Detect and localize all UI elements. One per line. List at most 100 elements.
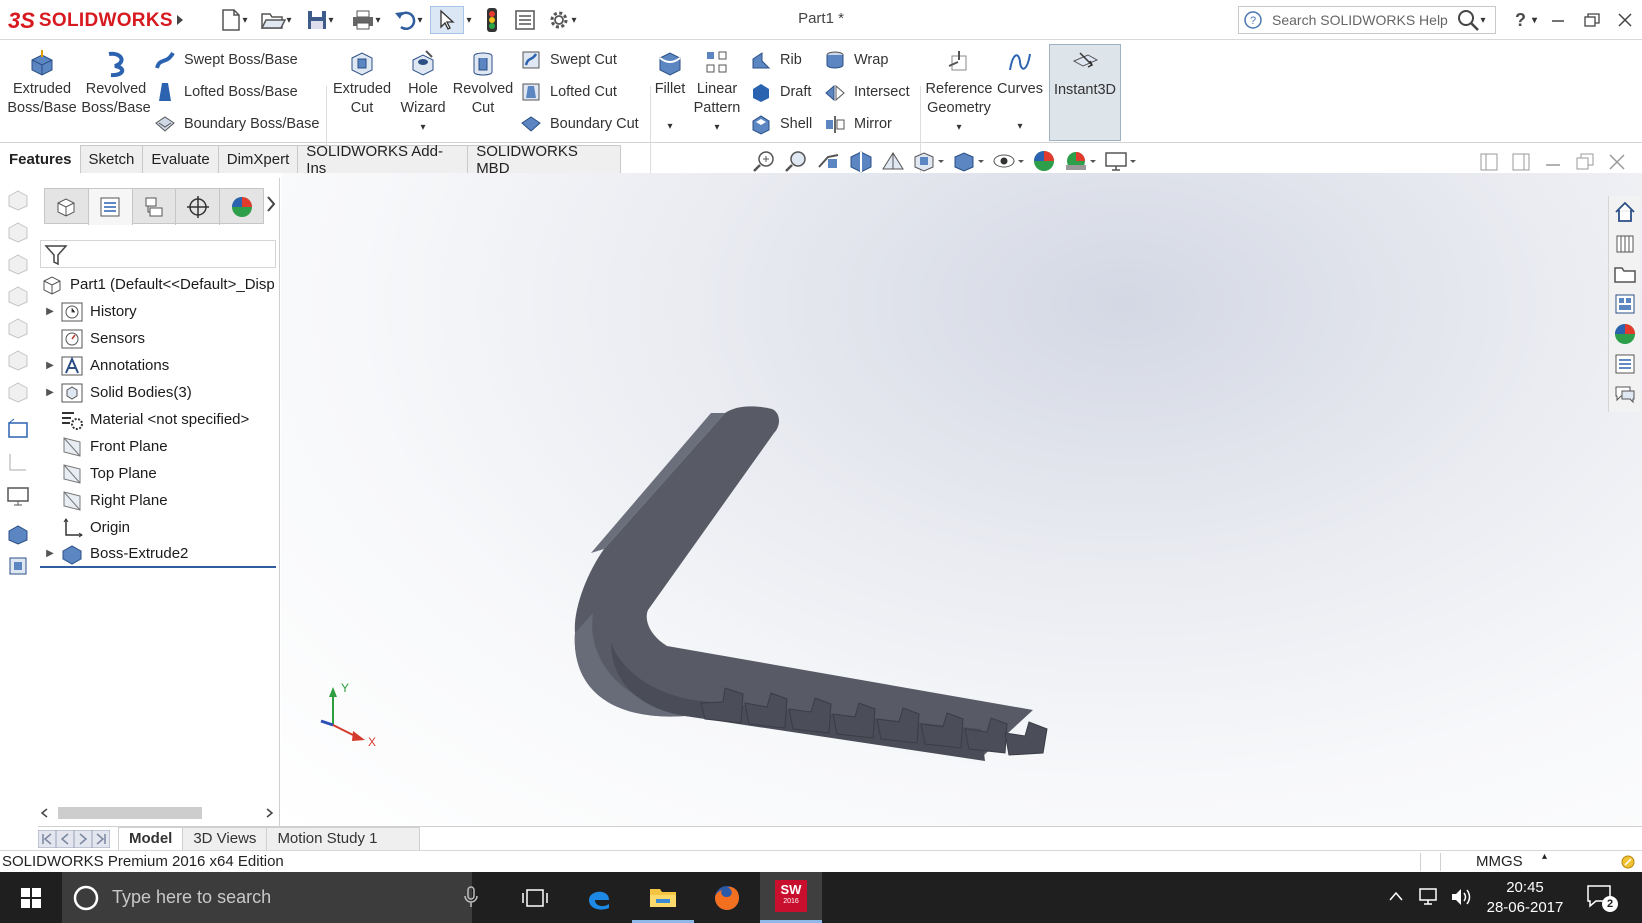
view-palette-icon[interactable] [1613,292,1637,316]
show-hidden-icons-chevron-icon[interactable] [1388,890,1404,902]
start-button[interactable] [0,872,62,923]
tree-item-solid-bodies[interactable]: ▶ Solid Bodies(3) [40,379,192,406]
collapse-left-icon[interactable] [1480,153,1498,171]
graphics-area[interactable]: Y X [281,173,1642,828]
file-explorer-icon[interactable] [1613,262,1637,286]
clock-widget[interactable]: 20:45 28-06-2017 [1480,878,1570,918]
solidworks-logo[interactable]: 3S SOLIDWORKS [8,4,180,38]
task-view-button[interactable] [504,872,566,923]
network-icon[interactable] [1418,886,1442,908]
tree-item-right-plane[interactable]: Right Plane [40,487,168,514]
shell-button[interactable]: Shell [750,112,812,136]
select-dropdown[interactable]: ▾ [464,6,474,34]
boundary-boss-button[interactable]: Boundary Boss/Base [154,112,319,136]
next-tab-icon[interactable] [74,829,92,848]
tree-item-annotations[interactable]: ▶ Annotations [40,352,169,379]
swept-cut-button[interactable]: Swept Cut [520,48,617,72]
faded-tool-icon-4[interactable] [6,284,30,308]
volume-icon[interactable] [1450,886,1474,908]
save-button[interactable]: ▾ [300,6,340,34]
first-tab-icon[interactable] [38,829,56,848]
l-shaped-part-model[interactable] [574,406,1033,761]
revolved-boss-button[interactable]: Revolved Boss/Base [80,40,152,118]
file-properties-button[interactable] [512,6,538,34]
tab-sketch[interactable]: Sketch [79,145,144,173]
tree-item-history[interactable]: ▶ History [40,298,137,325]
view-orientation-icon[interactable] [912,149,946,173]
rebuild-button[interactable] [482,6,502,34]
tab-evaluate[interactable]: Evaluate [142,145,219,173]
chevron-down-icon[interactable]: ▾ [956,118,961,137]
lofted-boss-button[interactable]: Lofted Boss/Base [154,80,298,104]
swept-boss-button[interactable]: Swept Boss/Base [154,48,298,72]
intersect-button[interactable]: Intersect [824,80,910,104]
zoom-to-area-icon[interactable] [784,149,810,173]
expand-panel-arrow-icon[interactable] [266,196,276,212]
select-button[interactable] [430,6,464,34]
chevron-down-icon[interactable]: ▾ [420,118,425,137]
viewport-restore-icon[interactable] [1576,153,1594,171]
expand-arrow-icon[interactable]: ▶ [40,548,60,559]
display-tool-icon[interactable] [6,484,30,508]
tree-root-part1[interactable]: Part1 (Default<<Default>_Disp [40,271,274,298]
taskbar-search-input[interactable]: Type here to search [112,887,271,908]
chevron-down-icon[interactable]: ▾ [1017,117,1022,136]
help-button[interactable]: ? ▾ [1504,6,1548,34]
part-tool-icon[interactable] [6,554,30,578]
extrude-tool-icon[interactable] [6,522,30,546]
close-button[interactable] [1610,6,1640,34]
faded-tool-icon-6[interactable] [6,348,30,372]
tab-motion-study-1[interactable]: Motion Study 1 [266,826,421,851]
mirror-button[interactable]: Mirror [824,112,892,136]
edit-appearance-icon[interactable] [1032,149,1058,173]
collapse-right-icon[interactable] [1512,153,1530,171]
tree-item-boss-extrude2[interactable]: ▶ Boss-Extrude2 [40,541,276,568]
zoom-to-fit-icon[interactable] [752,149,778,173]
extruded-boss-button[interactable]: Extruded Boss/Base [6,40,78,118]
open-button[interactable]: ▾ [256,6,296,34]
tab-configuration-manager[interactable] [133,189,177,225]
tree-item-material[interactable]: Material <not specified> [40,406,249,433]
design-library-icon[interactable] [1613,231,1637,255]
hide-show-items-icon[interactable] [992,149,1026,173]
chevron-down-icon[interactable]: ▾ [714,118,719,137]
tree-horizontal-scrollbar[interactable] [38,804,278,822]
firefox-button[interactable] [696,872,758,923]
scroll-right-icon[interactable] [264,808,274,818]
scrollbar-thumb[interactable] [58,807,202,819]
previous-view-icon[interactable] [816,149,842,173]
tab-addins[interactable]: SOLIDWORKS Add-Ins [297,143,469,177]
draft-button[interactable]: Draft [750,80,811,104]
tab-mbd[interactable]: SOLIDWORKS MBD [467,143,621,177]
tab-3d-views[interactable]: 3D Views [182,826,268,851]
expand-arrow-icon[interactable]: ▶ [40,360,60,371]
tree-item-top-plane[interactable]: Top Plane [40,460,157,487]
expand-arrow-icon[interactable]: ▶ [40,306,60,317]
edge-browser-button[interactable] [568,872,630,923]
home-icon[interactable] [1613,200,1637,224]
tree-filter-box[interactable] [40,240,276,268]
apply-scene-icon[interactable] [1064,149,1098,173]
section-view-icon[interactable] [848,149,874,173]
instant3d-button[interactable]: Instant3D [1049,44,1121,141]
boundary-cut-button[interactable]: Boundary Cut [520,112,639,136]
custom-properties-icon[interactable] [1613,352,1637,376]
tab-dimxpert[interactable]: DimXpert [217,145,299,173]
minimize-button[interactable] [1543,6,1573,34]
tree-item-sensors[interactable]: Sensors [40,325,145,352]
hole-wizard-button[interactable]: Hole Wizard ▾ [394,40,452,137]
extruded-cut-button[interactable]: Extruded Cut [330,40,394,118]
lofted-cut-button[interactable]: Lofted Cut [520,80,617,104]
tab-property-manager[interactable] [88,189,133,225]
units-dropdown-icon[interactable]: ▴ [1542,851,1547,862]
display-style-icon[interactable] [952,149,986,173]
restore-button[interactable] [1577,6,1607,34]
file-explorer-button[interactable] [632,872,694,923]
wrap-button[interactable]: Wrap [824,48,888,72]
microphone-icon[interactable] [464,886,478,908]
tree-item-origin[interactable]: Origin [40,514,130,541]
faded-tool-icon-7[interactable] [6,380,30,404]
linear-pattern-button[interactable]: Linear Pattern ▾ [692,40,742,137]
rebuild-status-icon[interactable] [1620,854,1636,870]
options-button[interactable]: ▾ [542,6,582,34]
